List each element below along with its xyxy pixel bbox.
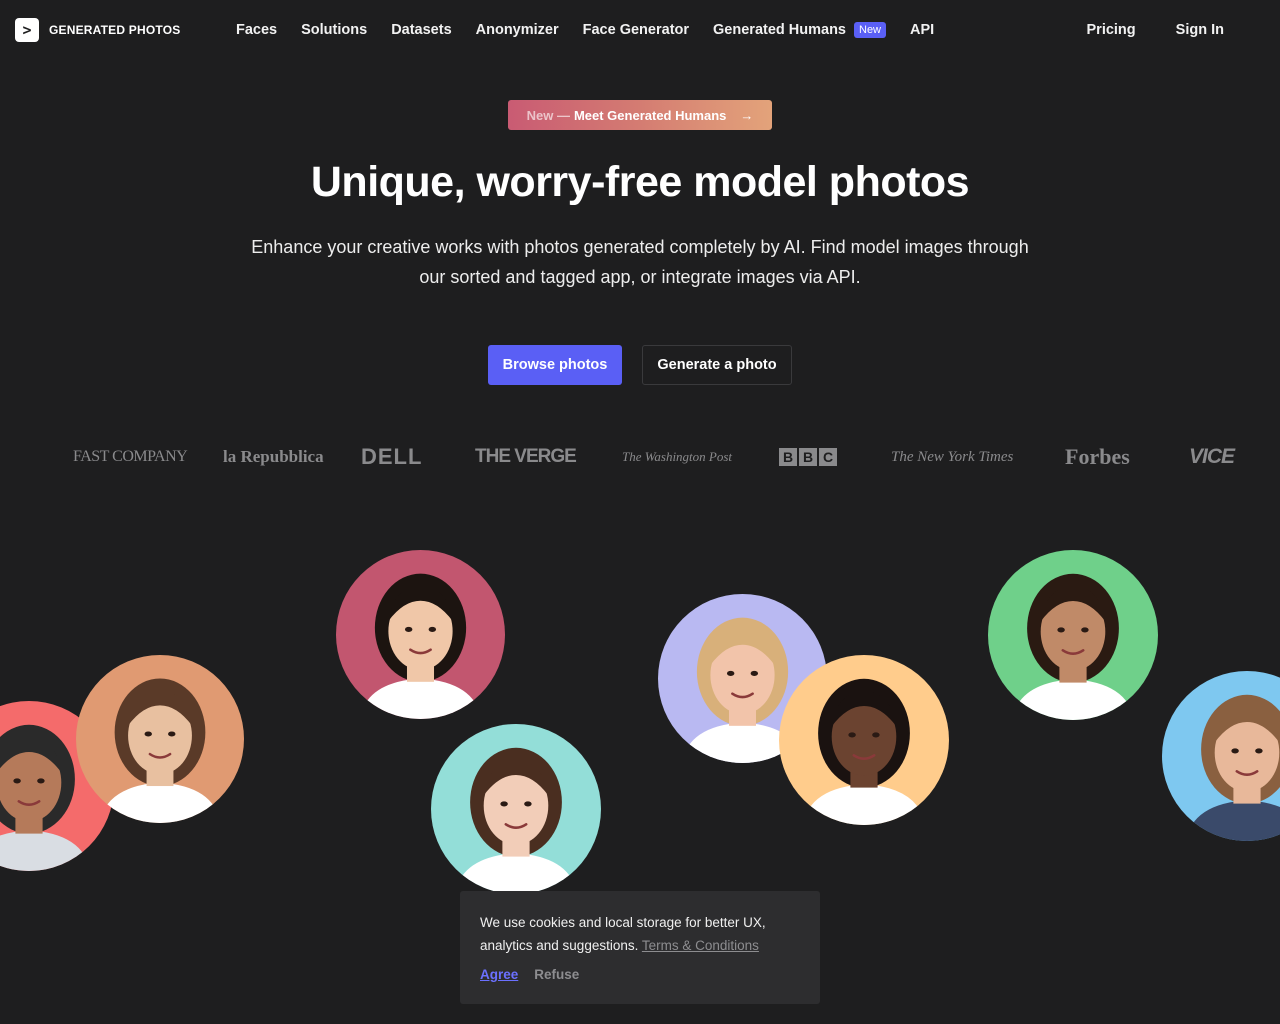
top-nav: > GENERATED PHOTOS Faces Solutions Datas…: [0, 0, 1280, 60]
face-photo-girl-dark-hair: [988, 550, 1158, 720]
nav-datasets[interactable]: Datasets: [391, 22, 451, 38]
press-logo-new-york-times: The New York Times: [891, 448, 1014, 465]
nav-api-label: API: [910, 22, 935, 38]
press-logo-washington-post: The Washington Post: [622, 449, 733, 464]
nav-generated-humans[interactable]: Generated Humans New: [713, 22, 887, 38]
bbc-letter: B: [779, 448, 797, 466]
portrait-illustration: [779, 655, 949, 825]
press-logo-the-verge: THE VERGE: [475, 446, 577, 467]
hero-subtitle: Enhance your creative works with photos …: [251, 237, 1029, 287]
portrait-illustration: [988, 550, 1158, 720]
press-logo-dell: DELL: [361, 444, 423, 469]
press-logo-bbc: B B C: [779, 441, 837, 473]
portrait-illustration: [336, 550, 505, 719]
nav-datasets-label: Datasets: [391, 22, 452, 38]
cookie-banner: We use cookies and local storage for bet…: [460, 891, 820, 1004]
terms-link[interactable]: Terms & Conditions: [642, 938, 759, 953]
press-logo-fast-company: FAST COMPANY: [73, 448, 188, 465]
cookie-actions: Agree Refuse: [480, 967, 579, 982]
announcement-pill[interactable]: New — Meet Generated Humans →: [508, 100, 772, 130]
face-photo-young-woman: [431, 724, 601, 894]
portrait-illustration: [1162, 671, 1280, 841]
arrow-right-icon: →: [740, 107, 754, 123]
nav-pricing[interactable]: Pricing: [1087, 22, 1136, 38]
face-photo-asian-woman: [336, 550, 505, 719]
press-logo-la-repubblica: la Repubblica: [223, 447, 324, 466]
page: > GENERATED PHOTOS Faces Solutions Datas…: [0, 0, 1280, 1024]
bbc-letter: C: [819, 448, 837, 466]
nav-faces-label: Faces: [236, 22, 278, 38]
face-photo-young-black-man: [779, 655, 949, 825]
new-badge: New: [854, 22, 887, 38]
nav-right: Pricing Sign In: [1087, 0, 1225, 60]
nav-face-generator-label: Face Generator: [582, 22, 690, 38]
refuse-button[interactable]: Refuse: [534, 967, 579, 982]
press-logo-vice: VICE: [1189, 445, 1235, 468]
nav-faces[interactable]: Faces: [236, 22, 277, 38]
nav-api[interactable]: API: [910, 22, 934, 38]
nav-anonymizer-label: Anonymizer: [475, 22, 559, 38]
hero-title: Unique, worry-free model photos: [310, 158, 970, 206]
cookie-message: We use cookies and local storage for bet…: [480, 911, 800, 957]
logo-text: GENERATED PHOTOS: [49, 23, 181, 37]
nav-generated-humans-label: Generated Humans: [713, 22, 846, 38]
nav-face-generator[interactable]: Face Generator: [583, 22, 689, 38]
face-photo-smiling-man: [1162, 671, 1280, 841]
announcement-prefix: New —: [526, 107, 570, 123]
logo[interactable]: > GENERATED PHOTOS: [15, 18, 180, 42]
main-nav: Faces Solutions Datasets Anonymizer Face…: [236, 0, 934, 60]
press-logo-forbes: Forbes: [1065, 444, 1130, 469]
nav-solutions[interactable]: Solutions: [301, 22, 367, 38]
portrait-illustration: [76, 655, 244, 823]
generate-photo-button[interactable]: Generate a photo: [642, 345, 792, 385]
announcement-text: Meet Generated Humans: [573, 107, 727, 123]
face-photo-toddler-boy: [76, 655, 244, 823]
agree-button[interactable]: Agree: [480, 967, 518, 982]
portrait-illustration: [431, 724, 601, 894]
nav-sign-in[interactable]: Sign In: [1176, 22, 1224, 38]
browse-photos-button[interactable]: Browse photos: [488, 345, 622, 385]
nav-solutions-label: Solutions: [301, 22, 368, 38]
logo-icon: >: [15, 18, 39, 42]
nav-anonymizer[interactable]: Anonymizer: [476, 22, 559, 38]
bbc-letter: B: [799, 448, 817, 466]
